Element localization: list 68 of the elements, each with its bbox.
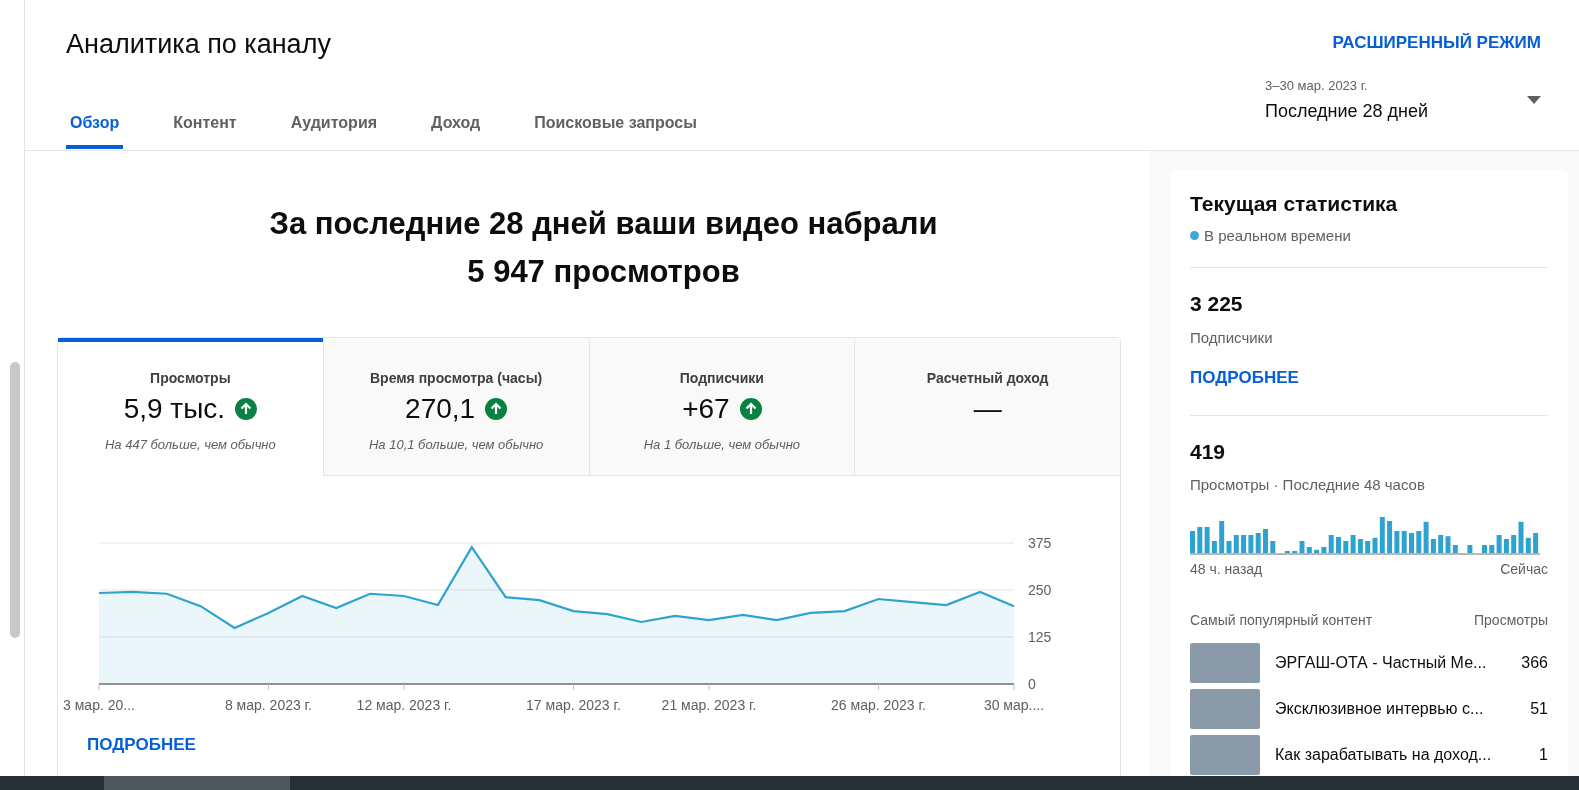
x-tick-label: 12 мар. 2023 г.	[356, 697, 452, 713]
tab[interactable]: Контент	[169, 101, 241, 149]
metric-tab[interactable]: Подписчики +67 На 1 больше, чем обычно	[588, 338, 855, 476]
subscriber-count: 3 225	[1190, 291, 1244, 317]
live-label: В реальном времени	[1204, 225, 1351, 246]
video-thumbnail[interactable]	[1190, 688, 1260, 729]
metric-note: На 447 больше, чем обычно	[105, 436, 276, 454]
metric-value: 270,1	[405, 392, 476, 426]
sparkline-bar	[1533, 532, 1539, 553]
tab[interactable]: Доход	[427, 101, 485, 149]
metric-value: —	[973, 392, 1002, 426]
metric-note: На 1 больше, чем обычно	[643, 436, 801, 454]
y-tick-label: 250	[1028, 582, 1052, 598]
tab[interactable]: Обзор	[66, 101, 124, 149]
sparkline-bar	[1336, 536, 1341, 553]
metric-label: Расчетный доход	[926, 369, 1049, 388]
x-tick-label: 26 мар. 2023 г.	[831, 697, 926, 713]
sparkline-bar	[1409, 532, 1414, 553]
sparkline-bar	[1190, 530, 1195, 553]
metric-tab[interactable]: Время просмотра (часы) 270,1 На 10,1 больше, чем обычно	[322, 338, 589, 476]
date-range-dropdown[interactable]: 3–30 мар. 2023 г. Последние 28 дней	[1265, 75, 1541, 125]
video-views: 1	[1539, 744, 1548, 765]
tab[interactable]: Поисковые запросы	[530, 101, 701, 149]
video-views: 51	[1530, 698, 1548, 719]
tab[interactable]: Аудитория	[286, 101, 382, 149]
video-thumbnail[interactable]	[1190, 734, 1260, 775]
column-header: Самый популярный контент	[1190, 610, 1373, 630]
video-views: 366	[1521, 652, 1548, 673]
metric-value: 5,9 тыс.	[123, 392, 226, 426]
metric-label: Время просмотра (часы)	[370, 369, 543, 388]
column-header: Просмотры	[1474, 610, 1548, 630]
card-title: Текущая статистика	[1190, 191, 1399, 217]
page-title: Аналитика по каналу	[66, 28, 332, 61]
view-count: 419	[1190, 438, 1227, 465]
summary-heading: За последние 28 дней ваши видео набрали	[269, 205, 938, 243]
x-tick-label: 3 мар. 20...	[63, 697, 135, 713]
advanced-mode-link[interactable]: РАСШИРЕННЫЙ РЕЖИМ	[1332, 30, 1541, 56]
sparkline-bar	[1482, 544, 1487, 553]
scrollbar-thumb[interactable]	[104, 776, 290, 790]
video-title[interactable]: Как зарабатывать на доход...	[1275, 742, 1532, 767]
metric-note: На 10,1 больше, чем обычно	[368, 436, 544, 454]
y-tick-label: 125	[1028, 629, 1052, 645]
axis-label: Сейчас	[1500, 559, 1548, 579]
sparkline-bar	[1263, 528, 1268, 553]
metric-tab[interactable]: Расчетный доход —	[854, 338, 1120, 476]
sparkline-bar	[1467, 544, 1473, 553]
caret-icon	[1527, 96, 1541, 105]
y-tick-label: 375	[1028, 535, 1052, 551]
summary-heading: 5 947 просмотров	[467, 253, 740, 291]
x-tick-label: 30 мар....	[983, 697, 1045, 713]
sparkline-bar	[1270, 540, 1276, 553]
more-link[interactable]: ПОДРОБНЕЕ	[87, 732, 196, 758]
video-title[interactable]: Эксклюзивное интервью с...	[1275, 696, 1523, 721]
x-tick-label: 17 мар. 2023 г.	[526, 697, 621, 713]
video-thumbnail[interactable]	[1190, 642, 1260, 683]
stat-label: Просмотры · Последние 48 часов	[1190, 475, 1426, 495]
y-tick-label: 0	[1028, 676, 1036, 692]
metric-value: +67	[682, 392, 730, 426]
x-tick-label: 8 мар. 2023 г.	[224, 697, 312, 713]
stat-label: Подписчики	[1190, 327, 1274, 348]
x-tick-label: 21 мар. 2023 г.	[661, 697, 757, 713]
video-title[interactable]: ЭРГАШ-ОТА - Частный Ме...	[1275, 650, 1514, 675]
sparkline-bar	[1284, 550, 1290, 553]
metric-label: Просмотры	[150, 369, 231, 388]
scrollbar-thumb[interactable]	[10, 362, 20, 638]
axis-label: 48 ч. назад	[1190, 559, 1263, 579]
more-link[interactable]: ПОДРОБНЕЕ	[1190, 365, 1299, 391]
metric-label: Подписчики	[679, 369, 764, 388]
